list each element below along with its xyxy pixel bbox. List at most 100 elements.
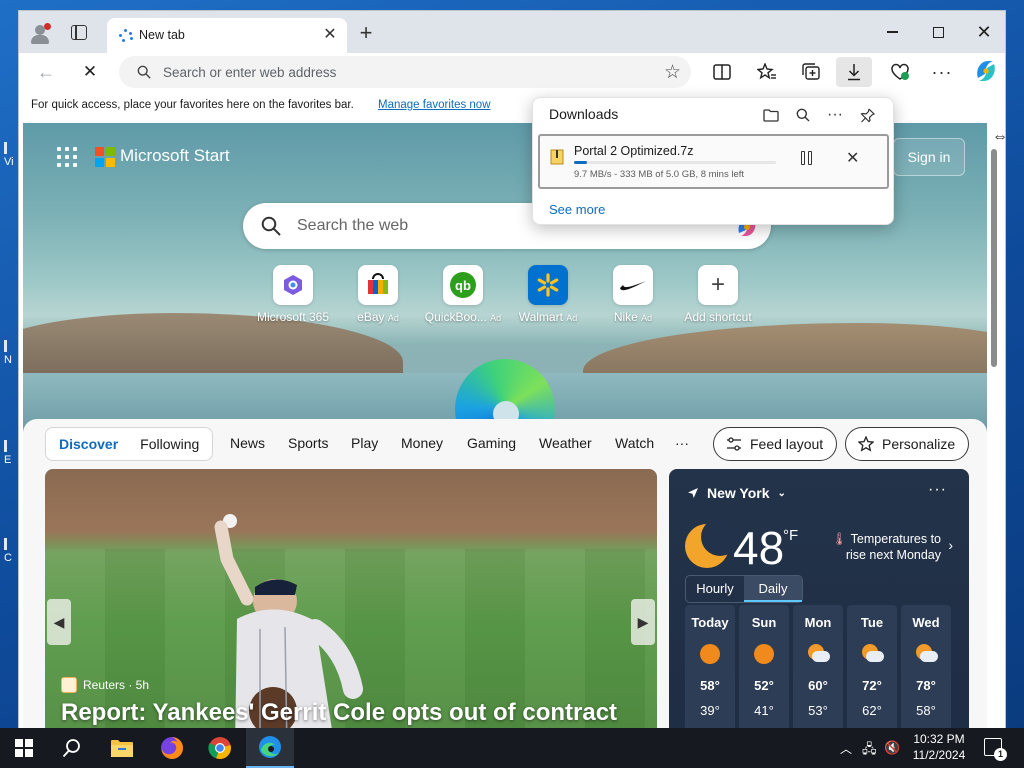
firefox-button[interactable] [148,728,196,768]
nav-more[interactable]: ··· [675,435,689,451]
search-taskbar-button[interactable] [48,728,96,768]
sparkle-star-icon [858,436,874,452]
chevron-right-icon[interactable]: › [948,537,953,553]
weather-location-name: New York [707,485,770,501]
low-temp: 62° [862,703,882,718]
feed-layout-button[interactable]: Feed layout [713,427,837,461]
forecast-day[interactable]: Today 58° 39° [685,605,735,741]
weather-more-icon[interactable]: ··· [928,481,947,499]
address-input[interactable] [163,62,643,82]
quickbooks-icon: qb [443,265,483,305]
pause-icon[interactable] [798,150,816,168]
pin-icon[interactable] [856,104,878,126]
carousel-next-button[interactable]: ▶ [631,599,655,645]
download-file-name[interactable]: Portal 2 Optimized.7z [574,144,694,158]
stop-icon[interactable]: ✕ [79,61,101,83]
shortcut-add[interactable]: + Add shortcut [673,265,763,324]
partly-cloudy-icon [806,644,830,664]
tab-discover[interactable]: Discover [48,430,129,458]
brand-name[interactable]: Microsoft Start [120,146,230,166]
nav-news[interactable]: News [230,435,265,451]
shortcut-nike[interactable]: Nike Ad [588,265,678,324]
download-item[interactable]: Portal 2 Optimized.7z 9.7 MB/s - 333 MB … [538,134,889,189]
manage-favorites-link[interactable]: Manage favorites now [378,99,491,111]
open-folder-icon[interactable] [760,104,782,126]
volume-muted-icon[interactable]: 🔇 [884,740,900,756]
nav-watch[interactable]: Watch [615,435,654,451]
desktop-icon-fragment[interactable]: Vi [4,142,14,168]
start-button[interactable] [0,728,48,768]
news-card[interactable]: ◀ ▶ Reuters · 5h Report: Yankees' Gerrit… [45,469,657,741]
moon-icon [685,518,739,568]
notification-center-icon[interactable]: 1 [984,738,1007,761]
forecast-day[interactable]: Wed 78° 58° [901,605,951,741]
forecast-day[interactable]: Mon 60° 53° [793,605,843,741]
nav-gaming[interactable]: Gaming [467,435,516,451]
favorites-icon[interactable] [754,59,780,85]
file-explorer-button[interactable] [98,728,146,768]
tab-actions-icon[interactable] [71,25,87,40]
new-tab-button[interactable]: + [355,22,377,45]
edge-icon [259,736,281,758]
desktop-icon-fragment[interactable]: N [4,340,12,366]
shortcut-walmart[interactable]: Walmart Ad [503,265,593,324]
tab-close-icon[interactable]: ✕ [321,26,339,44]
back-icon[interactable]: ← [35,61,57,83]
network-icon[interactable]: 🖧 [862,740,877,762]
tab-daily[interactable]: Daily [744,576,802,602]
forecast-day[interactable]: Sun 52° 41° [739,605,789,741]
copilot-icon[interactable] [972,57,1000,85]
shortcut-quickbooks[interactable]: qb QuickBoo... Ad [418,265,508,324]
carousel-prev-button[interactable]: ◀ [47,599,71,645]
scrollbar-thumb[interactable] [991,149,997,367]
favorite-star-icon[interactable]: ☆ [664,61,681,84]
chrome-button[interactable] [196,728,244,768]
maximize-button[interactable] [915,11,961,53]
ebay-icon [358,265,398,305]
tab-hourly[interactable]: Hourly [686,576,744,602]
chevron-up-icon[interactable]: ︿ [840,740,852,757]
news-headline[interactable]: Report: Yankees' Gerrit Cole opts out of… [61,699,617,727]
apps-grid-icon[interactable] [57,147,77,167]
nav-sports[interactable]: Sports [288,435,328,451]
sign-in-button[interactable]: Sign in [893,138,965,176]
weather-alert[interactable]: 🌡 Temperatures to rise next Monday [829,531,941,563]
page-scrollbar[interactable] [989,129,999,741]
shortcut-microsoft-365[interactable]: Microsoft 365 [248,265,338,324]
shortcut-ebay[interactable]: eBay Ad [333,265,423,324]
minimize-button[interactable] [869,11,915,53]
see-more-link[interactable]: See more [549,202,605,217]
weather-alert-text: Temperatures to rise next Monday [845,532,941,562]
search-icon[interactable] [792,104,814,126]
temperature-unit[interactable]: °F [783,527,798,544]
close-window-button[interactable]: ✕ [961,11,1005,53]
tab-new-tab[interactable]: New tab ✕ [107,18,347,53]
archive-file-icon [550,149,564,165]
chrome-icon [208,737,231,760]
clock-date: 11/2/2024 [912,748,966,762]
nav-play[interactable]: Play [351,435,378,451]
weather-location[interactable]: New York ⌄ [687,485,786,501]
personalize-button[interactable]: Personalize [845,427,969,461]
tab-following[interactable]: Following [129,430,210,458]
location-arrow-icon [688,488,698,498]
split-screen-icon[interactable] [709,59,735,85]
more-options-icon[interactable]: ··· [824,104,846,126]
collections-icon[interactable] [799,59,825,85]
edge-taskbar-button[interactable] [246,728,294,768]
desktop-icon-fragment[interactable]: C [4,538,12,564]
weather-card[interactable]: New York ⌄ ··· 48 °F 🌡 Temperatures to r… [669,469,969,741]
nav-weather[interactable]: Weather [539,435,592,451]
profile-icon[interactable] [29,23,51,45]
clock[interactable]: 10:32 PM 11/2/2024 [904,731,974,763]
address-bar[interactable]: ☆ [119,56,691,88]
more-icon[interactable]: ··· [929,59,955,85]
cancel-download-icon[interactable]: ✕ [846,148,859,168]
downloads-icon[interactable] [836,57,872,87]
forecast-day[interactable]: Tue 72° 62° [847,605,897,741]
clock-time: 10:32 PM [913,732,965,746]
nav-money[interactable]: Money [401,435,443,451]
low-temp: 41° [754,703,774,718]
browser-essentials-icon[interactable] [887,59,913,85]
desktop-icon-fragment[interactable]: E [4,440,11,466]
